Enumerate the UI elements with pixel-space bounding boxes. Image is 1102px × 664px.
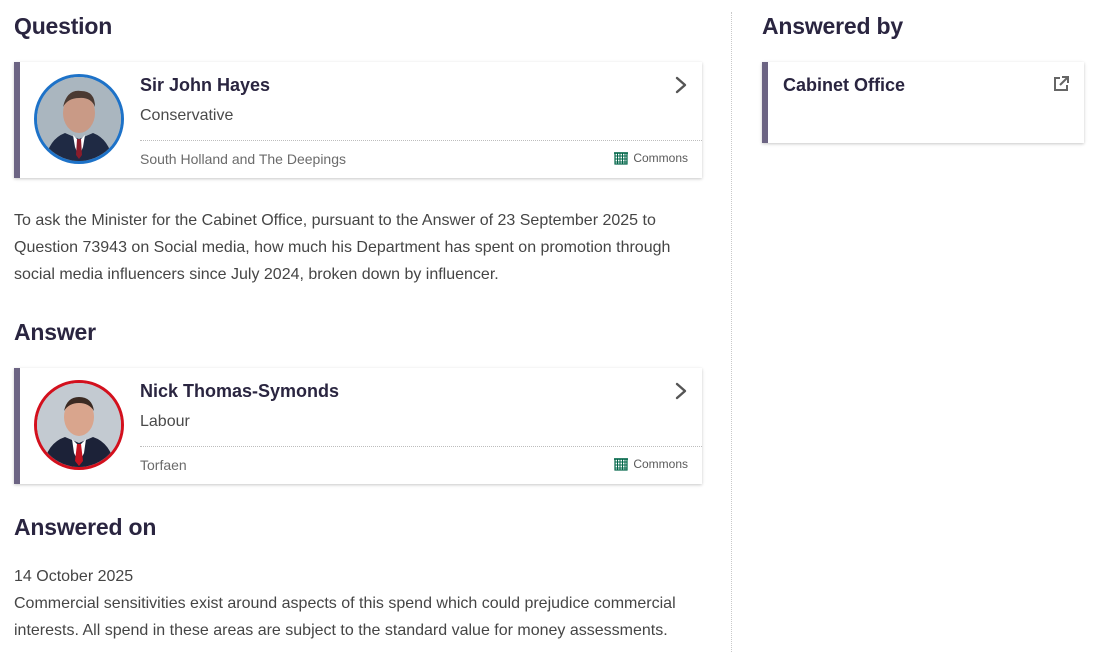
question-heading: Question [14, 13, 113, 39]
portcullis-icon [614, 152, 629, 165]
asker-party: Conservative [140, 107, 234, 124]
asker-constituency: South Holland and The Deepings [140, 151, 347, 167]
answered-by-heading: Answered by [762, 13, 903, 39]
chevron-right-icon[interactable] [674, 76, 688, 94]
asker-card-footer: South Holland and The Deepings Commons [140, 140, 702, 178]
asker-avatar [34, 74, 124, 164]
answered-on-heading: Answered on [14, 514, 157, 540]
department-name[interactable]: Cabinet Office [783, 75, 905, 96]
asker-card[interactable]: Sir John Hayes Conservative South Hollan… [14, 62, 702, 178]
chevron-right-icon[interactable] [674, 382, 688, 400]
answerer-constituency: Torfaen [140, 457, 187, 473]
external-link-icon[interactable] [1052, 75, 1070, 93]
column-divider [731, 12, 732, 652]
answerer-avatar [34, 380, 124, 470]
answerer-house-badge: Commons [614, 457, 688, 471]
question-text: To ask the Minister for the Cabinet Offi… [14, 212, 671, 283]
asker-portrait-image [37, 77, 121, 161]
portcullis-icon [614, 458, 629, 471]
asker-house-label: Commons [633, 151, 688, 165]
answerer-card-footer: Torfaen Commons [140, 446, 702, 484]
asker-name[interactable]: Sir John Hayes [140, 75, 270, 96]
answer-heading: Answer [14, 319, 96, 345]
written-question-page: Question Sir John Hayes Conservative Sou… [0, 0, 1102, 664]
asker-house-badge: Commons [614, 151, 688, 165]
answer-text: Commercial sensitivities exist around as… [14, 595, 676, 639]
answerer-party: Labour [140, 413, 190, 430]
department-card[interactable]: Cabinet Office [762, 62, 1084, 143]
answer-date: 14 October 2025 [14, 568, 134, 585]
answerer-house-label: Commons [633, 457, 688, 471]
answerer-portrait-image [37, 383, 121, 467]
answerer-name[interactable]: Nick Thomas-Symonds [140, 381, 339, 402]
answerer-card[interactable]: Nick Thomas-Symonds Labour Torfaen Commo… [14, 368, 702, 484]
